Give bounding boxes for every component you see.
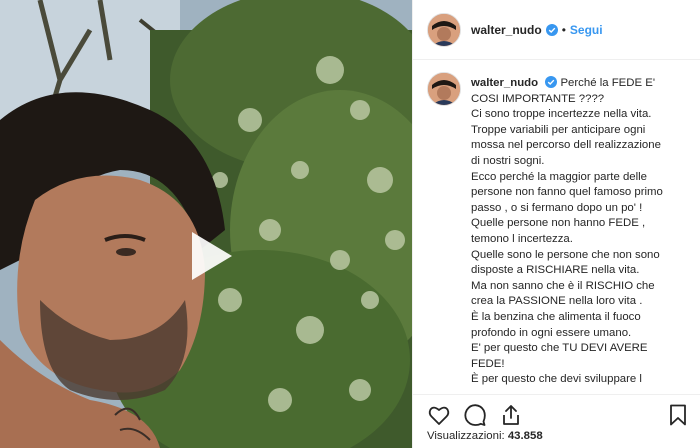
instagram-post: walter_nudo • Segui walter_nudo Perché l…: [0, 0, 700, 448]
comment-icon[interactable]: [463, 403, 487, 427]
caption-line: mossa nel percorso dell realizzazione: [471, 139, 661, 152]
caption-line: disposte a RISCHIARE nella vita.: [471, 264, 640, 277]
play-icon: [192, 232, 232, 280]
action-icons: [427, 403, 690, 427]
username-link[interactable]: walter_nudo: [471, 23, 542, 37]
share-icon[interactable]: [499, 403, 523, 427]
caption-line: crea la PASSIONE nella loro vita .: [471, 295, 643, 308]
follow-button[interactable]: Segui: [570, 23, 603, 37]
caption-area[interactable]: walter_nudo Perché la FEDE E' COSI IMPOR…: [413, 60, 700, 394]
caption-avatar[interactable]: [427, 72, 461, 106]
separator-dot: •: [561, 22, 566, 37]
caption-line: passo , o si fermano dopo un po' !: [471, 201, 643, 214]
caption-line: profondo in ogni essere umano.: [471, 326, 632, 339]
views-number: 43.858: [507, 430, 543, 442]
post-sidebar: walter_nudo • Segui walter_nudo Perché l…: [412, 0, 700, 448]
caption-line: È la benzina che alimenta il fuoco: [471, 310, 641, 323]
caption-row: walter_nudo Perché la FEDE E' COSI IMPOR…: [427, 72, 686, 388]
caption-line: FEDE!: [471, 357, 505, 370]
caption-line: Ci sono troppe incertezze nella vita.: [471, 108, 652, 121]
avatar[interactable]: [427, 12, 461, 47]
caption-line: E' per questo che TU DEVI AVERE: [471, 342, 648, 355]
caption-line: Ma non sanno che è il RISCHIO che: [471, 279, 655, 292]
post-actions: Visualizzazioni: 43.858: [413, 394, 700, 448]
play-button[interactable]: [172, 220, 244, 292]
caption-line: È per questo che devi sviluppare l: [471, 373, 642, 386]
verified-badge-icon: [545, 23, 558, 36]
caption-text: walter_nudo Perché la FEDE E' COSI IMPOR…: [471, 72, 686, 388]
caption-username[interactable]: walter_nudo: [471, 77, 538, 89]
caption-heading: walter_nudo Perché la FEDE E' COSI IMPOR…: [471, 76, 686, 107]
caption-line: Quelle sono le persone che non sono: [471, 248, 660, 261]
post-header: walter_nudo • Segui: [413, 0, 700, 60]
views-count: Visualizzazioni: 43.858: [427, 430, 690, 442]
caption-line: Ecco perché la maggior parte delle: [471, 170, 648, 183]
caption-line: Quelle persone non hanno FEDE ,: [471, 217, 646, 230]
caption-line: di nostri sogni.: [471, 154, 545, 167]
heart-icon[interactable]: [427, 403, 451, 427]
caption-line: temono l incertezza.: [471, 232, 573, 245]
views-label: Visualizzazioni:: [427, 430, 505, 442]
post-video[interactable]: [0, 0, 412, 448]
caption-line: Troppe variabili per anticipare ogni: [471, 123, 646, 136]
verified-badge-icon: [545, 76, 558, 88]
caption-line: persone non fanno quel famoso primo: [471, 186, 663, 199]
bookmark-icon[interactable]: [666, 403, 690, 427]
